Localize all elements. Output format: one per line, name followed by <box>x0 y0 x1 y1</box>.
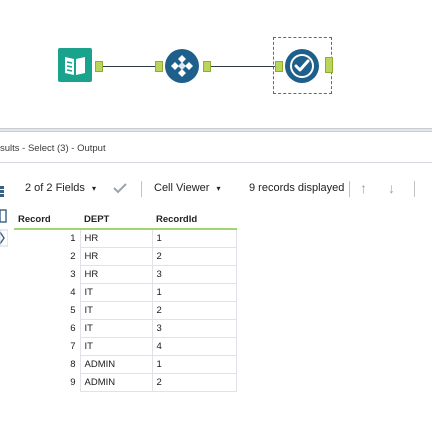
recordid-cell[interactable]: 1 <box>151 283 237 302</box>
recordid-cell[interactable]: 1 <box>151 355 237 374</box>
recordid-cell[interactable]: 4 <box>151 337 237 356</box>
table-row[interactable]: 2 HR 2 <box>14 247 237 266</box>
toolbar-separator <box>414 181 415 197</box>
records-count: 9 records displayed <box>249 172 344 204</box>
dept-cell[interactable]: IT <box>79 283 153 302</box>
table-row[interactable]: 9 ADMIN 2 <box>14 373 237 392</box>
record-number: 6 <box>14 319 81 338</box>
chevron-down-icon: ▾ <box>91 184 96 193</box>
apply-check-button[interactable] <box>113 172 127 204</box>
toolbar-separator <box>349 181 350 197</box>
dept-cell[interactable]: HR <box>79 228 153 248</box>
book-icon <box>58 48 92 82</box>
results-table: Record DEPT RecordId 1 HR 1 2 HR 2 3 HR … <box>14 211 237 392</box>
checkmark-icon <box>113 183 127 194</box>
record-number: 2 <box>14 247 81 266</box>
cell-viewer-label: Cell Viewer <box>154 182 210 194</box>
table-row[interactable]: 3 HR 3 <box>14 265 237 284</box>
dept-cell[interactable]: ADMIN <box>79 373 153 392</box>
dept-cell[interactable]: ADMIN <box>79 355 153 374</box>
table-row[interactable]: 7 IT 4 <box>14 337 237 356</box>
input-data-tool[interactable] <box>58 48 92 82</box>
results-window-title: sults - Select (3) - Output <box>0 138 432 160</box>
toolbar-separator <box>141 181 142 197</box>
table-row[interactable]: 8 ADMIN 1 <box>14 355 237 374</box>
check-circle-icon <box>285 49 319 83</box>
recordid-cell[interactable]: 2 <box>151 301 237 320</box>
table-header-row: Record DEPT RecordId <box>14 211 236 230</box>
scroll-down-button[interactable]: ↓ <box>388 172 395 204</box>
column-header-recordid[interactable]: RecordId <box>152 211 236 230</box>
arrow-down-icon: ↓ <box>388 180 395 196</box>
select-tool[interactable] <box>284 48 320 84</box>
table-row[interactable]: 4 IT 1 <box>14 283 237 302</box>
output-anchor[interactable] <box>203 61 211 72</box>
table-row[interactable]: 6 IT 3 <box>14 319 237 338</box>
results-grid[interactable]: Record DEPT RecordId 1 HR 1 2 HR 2 3 HR … <box>14 211 237 392</box>
recordid-cell[interactable]: 2 <box>151 247 237 266</box>
dept-cell[interactable]: HR <box>79 265 153 284</box>
dept-cell[interactable]: IT <box>79 319 153 338</box>
recordid-cell[interactable]: 1 <box>151 228 237 248</box>
results-title-text: sults - Select (3) - Output <box>0 143 106 154</box>
connection-line[interactable] <box>211 66 279 67</box>
table-row[interactable]: 1 HR 1 <box>14 228 237 248</box>
multi-field-tool[interactable] <box>164 48 200 84</box>
fields-label: 2 of 2 Fields <box>25 182 85 194</box>
dept-cell[interactable]: IT <box>79 337 153 356</box>
output-anchor[interactable] <box>325 57 333 73</box>
recordid-cell[interactable]: 3 <box>151 319 237 338</box>
dept-cell[interactable]: IT <box>79 301 153 320</box>
record-number: 4 <box>14 283 81 302</box>
recordid-cell[interactable]: 2 <box>151 373 237 392</box>
record-number: 3 <box>14 265 81 284</box>
records-label: 9 records displayed <box>249 182 345 194</box>
connection-line[interactable] <box>103 66 155 67</box>
fields-dropdown[interactable]: 2 of 2 Fields ▾ <box>25 172 96 204</box>
column-header-record[interactable]: Record <box>14 211 80 230</box>
record-number: 1 <box>14 229 81 248</box>
title-rule <box>0 162 432 163</box>
workflow-canvas[interactable] <box>0 0 432 128</box>
dept-cell[interactable]: HR <box>79 247 153 266</box>
cell-viewer-dropdown[interactable]: Cell Viewer ▾ <box>154 172 221 204</box>
output-anchor[interactable] <box>95 61 103 72</box>
input-anchor[interactable] <box>155 61 163 72</box>
scroll-up-button[interactable]: ↑ <box>360 172 367 204</box>
record-number: 7 <box>14 337 81 356</box>
panel-divider[interactable] <box>0 128 432 132</box>
record-number: 5 <box>14 301 81 320</box>
results-toolbar: 2 of 2 Fields ▾ Cell Viewer ▾ 9 records … <box>0 172 432 204</box>
record-number: 8 <box>14 355 81 374</box>
arrow-up-icon: ↑ <box>360 180 367 196</box>
chevron-down-icon: ▾ <box>216 184 221 193</box>
table-row[interactable]: 5 IT 2 <box>14 301 237 320</box>
record-number: 9 <box>14 373 81 392</box>
sparkle-diamond-icon <box>165 49 199 83</box>
recordid-cell[interactable]: 3 <box>151 265 237 284</box>
column-header-dept[interactable]: DEPT <box>80 211 152 230</box>
